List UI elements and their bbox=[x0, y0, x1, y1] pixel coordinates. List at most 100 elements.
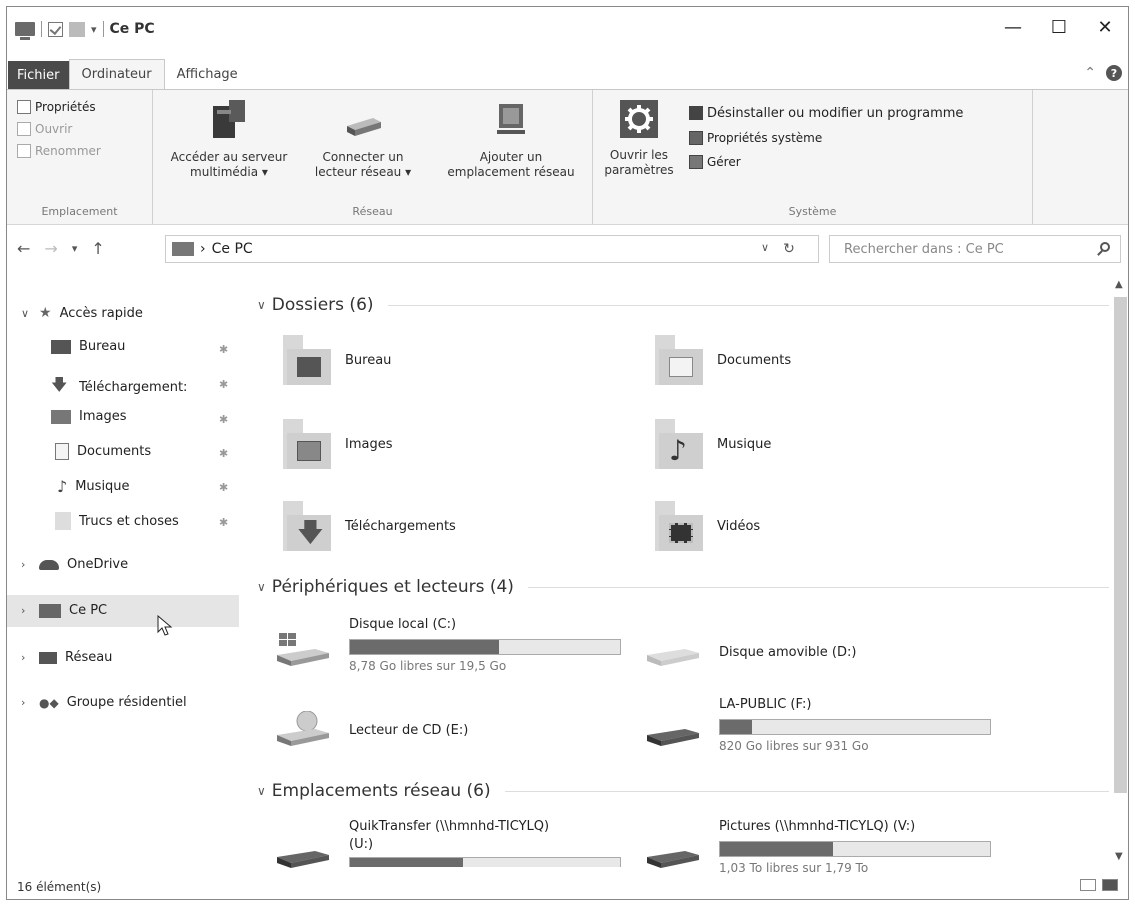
refresh-icon[interactable]: ↻ bbox=[783, 241, 795, 257]
nav-this-pc[interactable]: › Ce PC bbox=[21, 603, 107, 618]
ribbon-controls: ⌃ ? bbox=[1084, 65, 1122, 81]
pin-icon[interactable]: ✱ bbox=[219, 413, 228, 426]
music-icon: ♪ bbox=[57, 477, 68, 496]
map-network-drive-button[interactable]: Connecter un lecteur réseau ▾ bbox=[297, 96, 429, 180]
nav-homegroup[interactable]: › ●◆ Groupe résidentiel bbox=[21, 695, 187, 710]
forward-arrow-icon[interactable]: → bbox=[44, 239, 57, 258]
nav-item-bureau[interactable]: Bureau bbox=[51, 339, 125, 354]
recent-locations-icon[interactable]: ▾ bbox=[72, 239, 78, 258]
nav-network[interactable]: › Réseau bbox=[21, 650, 112, 665]
nav-item-documents[interactable]: Documents bbox=[55, 443, 151, 460]
manage-button[interactable]: Gérer bbox=[689, 150, 963, 174]
nav-label: Images bbox=[79, 409, 127, 424]
desktop-folder-icon bbox=[275, 335, 333, 385]
new-folder-quick-icon[interactable] bbox=[69, 21, 85, 37]
drive-f[interactable]: LA-PUBLIC (F:) 820 Go libres sur 931 Go bbox=[645, 697, 1005, 767]
customize-toolbar-icon[interactable]: ▾ bbox=[91, 23, 97, 36]
add-network-location-button[interactable]: Ajouter un emplacement réseau bbox=[433, 96, 589, 180]
address-controls: ∨ ↻ bbox=[761, 241, 795, 257]
nav-item-images[interactable]: Images bbox=[51, 409, 127, 424]
folder-documents[interactable]: Documents bbox=[647, 335, 791, 385]
vertical-scrollbar[interactable]: ▲ ▼ bbox=[1112, 277, 1128, 867]
folder-label: Vidéos bbox=[717, 518, 761, 534]
chevron-down-icon[interactable]: ∨ bbox=[21, 307, 31, 320]
drive-c[interactable]: Disque local (C:) 8,78 Go libres sur 19,… bbox=[275, 617, 635, 687]
drive-d[interactable]: Disque amovible (D:) bbox=[645, 617, 1005, 687]
nav-onedrive[interactable]: › OneDrive bbox=[21, 557, 128, 572]
chevron-right-icon[interactable]: › bbox=[21, 558, 31, 571]
chevron-down-icon[interactable]: ∨ bbox=[257, 784, 266, 798]
scroll-up-icon[interactable]: ▲ bbox=[1115, 279, 1123, 290]
nav-quick-access[interactable]: ∨ ★ Accès rapide bbox=[21, 305, 143, 321]
removable-drive-icon bbox=[647, 649, 699, 666]
drive-usage-bar bbox=[719, 719, 991, 735]
pin-icon[interactable]: ✱ bbox=[219, 447, 228, 460]
uninstall-program-button[interactable]: Désinstaller ou modifier un programme bbox=[689, 100, 963, 126]
pin-icon[interactable]: ✱ bbox=[219, 378, 228, 391]
system-properties-button[interactable]: Propriétés système bbox=[689, 126, 963, 150]
network-location-v[interactable]: Pictures (\\hmnhd-TICYLQ) (V:) 1,03 To l… bbox=[645, 819, 1005, 875]
chevron-right-icon[interactable]: › bbox=[21, 696, 31, 709]
properties-quick-icon[interactable] bbox=[48, 21, 63, 37]
chevron-right-icon[interactable]: › bbox=[21, 604, 31, 617]
map-drive-label: Connecter un bbox=[322, 150, 404, 164]
large-icons-view-icon[interactable] bbox=[1102, 879, 1118, 891]
drive-usage-fill bbox=[350, 858, 464, 867]
rename-button[interactable]: Renommer bbox=[17, 140, 101, 162]
folder-images[interactable]: Images bbox=[275, 419, 393, 469]
homegroup-icon: ●◆ bbox=[39, 695, 59, 710]
details-view-icon[interactable] bbox=[1080, 879, 1096, 891]
section-header-devices[interactable]: ∨ Périphériques et lecteurs (4) bbox=[257, 577, 1109, 597]
open-settings-button[interactable]: Ouvrir les paramètres bbox=[599, 96, 679, 178]
manage-icon bbox=[689, 155, 703, 169]
search-icon[interactable] bbox=[1100, 242, 1110, 252]
section-header-folders[interactable]: ∨ Dossiers (6) bbox=[257, 295, 1109, 315]
nav-label: Réseau bbox=[65, 650, 113, 665]
nav-item-downloads[interactable]: 🡇 Téléchargement: bbox=[51, 374, 187, 401]
drive-e[interactable]: Lecteur de CD (E:) bbox=[275, 697, 635, 767]
drive-free-space: 8,78 Go libres sur 19,5 Go bbox=[349, 659, 507, 673]
pin-icon[interactable]: ✱ bbox=[219, 343, 228, 356]
folder-telechargements[interactable]: 🡇 Téléchargements bbox=[275, 501, 456, 551]
properties-button[interactable]: Propriétés bbox=[17, 96, 101, 118]
breadcrumb-separator-icon[interactable]: › bbox=[200, 241, 206, 257]
section-header-network[interactable]: ∨ Emplacements réseau (6) bbox=[257, 781, 1109, 801]
uninstall-icon bbox=[689, 106, 703, 120]
collapse-ribbon-icon[interactable]: ⌃ bbox=[1084, 65, 1096, 81]
network-location-u[interactable]: QuikTransfer (\\hmnhd-TICYLQ) (U:) bbox=[275, 819, 635, 869]
pin-icon[interactable]: ✱ bbox=[219, 481, 228, 494]
media-server-button[interactable]: Accéder au serveur multimédia ▾ bbox=[159, 96, 299, 180]
chevron-right-icon[interactable]: › bbox=[21, 651, 31, 664]
chevron-down-icon[interactable]: ∨ bbox=[257, 580, 266, 594]
back-arrow-icon[interactable]: ← bbox=[17, 239, 30, 258]
section-title: Périphériques et lecteurs (4) bbox=[271, 577, 514, 597]
address-bar[interactable]: › Ce PC bbox=[165, 235, 819, 263]
maximize-button[interactable]: ☐ bbox=[1036, 7, 1082, 47]
images-folder-icon bbox=[275, 419, 333, 469]
up-arrow-icon[interactable]: ↑ bbox=[91, 239, 104, 258]
nav-item-trucs[interactable]: Trucs et choses bbox=[55, 512, 179, 530]
open-button[interactable]: Ouvrir bbox=[17, 118, 101, 140]
ribbon: Propriétés Ouvrir Renommer Emplacement A bbox=[7, 89, 1128, 225]
tab-file[interactable]: Fichier bbox=[8, 61, 69, 89]
tab-view[interactable]: Affichage bbox=[165, 59, 250, 89]
divider bbox=[527, 586, 1109, 588]
rename-icon bbox=[17, 144, 31, 158]
minimize-button[interactable]: — bbox=[990, 7, 1036, 47]
tab-computer[interactable]: Ordinateur bbox=[68, 59, 165, 89]
help-icon[interactable]: ? bbox=[1106, 65, 1122, 81]
search-input[interactable]: Rechercher dans : Ce PC bbox=[829, 235, 1121, 263]
folder-musique[interactable]: ♪ Musique bbox=[647, 419, 771, 469]
folder-videos[interactable]: Vidéos bbox=[647, 501, 760, 551]
folder-bureau[interactable]: Bureau bbox=[275, 335, 391, 385]
breadcrumb[interactable]: Ce PC bbox=[212, 241, 253, 257]
close-button[interactable]: ✕ bbox=[1082, 7, 1128, 47]
drive-usage-bar bbox=[349, 857, 621, 867]
open-label: Ouvrir bbox=[35, 122, 73, 136]
nav-item-music[interactable]: ♪ Musique bbox=[57, 477, 130, 496]
pin-icon[interactable]: ✱ bbox=[219, 516, 228, 529]
chevron-down-icon[interactable]: ∨ bbox=[257, 298, 266, 312]
scroll-down-icon[interactable]: ▼ bbox=[1115, 851, 1123, 862]
address-dropdown-icon[interactable]: ∨ bbox=[761, 241, 769, 257]
scrollbar-thumb[interactable] bbox=[1114, 297, 1127, 793]
